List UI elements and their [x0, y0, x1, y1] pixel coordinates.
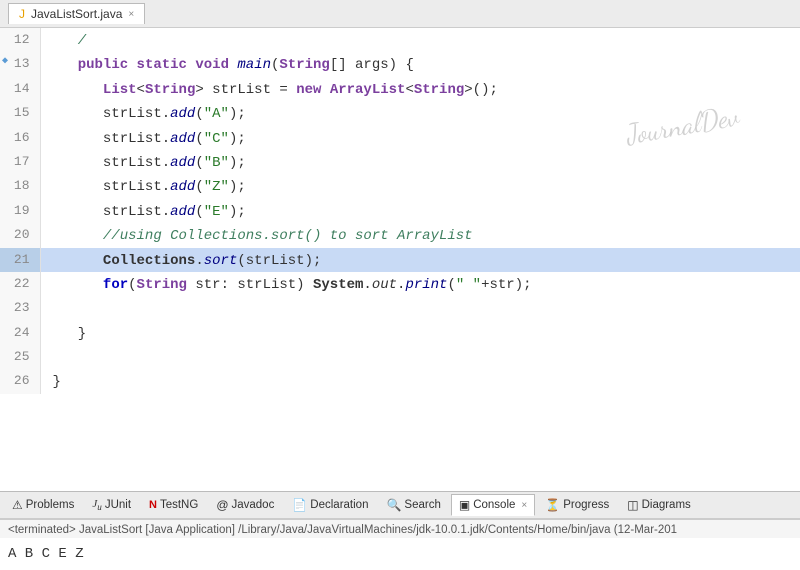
tab-label: JavaListSort.java [31, 7, 122, 21]
line-number: 26 [0, 369, 40, 393]
table-row: 25 [0, 345, 800, 369]
tab-search-label: Search [404, 499, 440, 511]
table-row: 17 strList.add("B"); [0, 150, 800, 174]
code-line: } [40, 321, 800, 345]
table-row: 16 strList.add("C"); [0, 126, 800, 150]
tab-console-label: Console [473, 499, 515, 511]
line-number: 13 ◆ [0, 52, 40, 76]
tab-progress[interactable]: ⏳ Progress [537, 494, 617, 516]
table-row: 21 Collections.sort(strList); [0, 248, 800, 272]
tab-diagrams[interactable]: ◫ Diagrams [619, 494, 699, 516]
diagrams-icon: ◫ [627, 498, 638, 512]
file-icon: J [19, 7, 25, 21]
code-line: strList.add("C"); [40, 126, 800, 150]
tab-testng-label: TestNG [160, 499, 198, 511]
table-row: 15 strList.add("A"); [0, 101, 800, 125]
line-number: 12 [0, 28, 40, 52]
output-text: A B C E Z [8, 546, 84, 562]
code-line: strList.add("E"); [40, 199, 800, 223]
table-row: 12 / [0, 28, 800, 52]
line-number: 18 [0, 174, 40, 198]
tab-search[interactable]: 🔍 Search [378, 494, 448, 516]
tab-junit[interactable]: Ju JUnit [84, 494, 139, 516]
tab-diagrams-label: Diagrams [642, 499, 691, 511]
line-number: 23 [0, 296, 40, 320]
tab-declaration-label: Declaration [310, 499, 368, 511]
line-number: 20 [0, 223, 40, 247]
junit-icon: Ju [92, 498, 101, 512]
code-line: for(String str: strList) System.out.prin… [40, 272, 800, 296]
line-number: 19 [0, 199, 40, 223]
code-line [40, 296, 800, 320]
status-bar: <terminated> JavaListSort [Java Applicat… [0, 519, 800, 538]
tab-problems[interactable]: ⚠ Problems [4, 494, 82, 516]
terminated-status: <terminated> JavaListSort [Java Applicat… [8, 524, 677, 536]
line-number: 24 [0, 321, 40, 345]
tab-testng[interactable]: N TestNG [141, 495, 206, 515]
tab-progress-label: Progress [563, 499, 609, 511]
table-row: 19 strList.add("E"); [0, 199, 800, 223]
tab-junit-label: JUnit [105, 499, 131, 511]
progress-icon: ⏳ [545, 498, 560, 512]
search-icon: 🔍 [386, 498, 401, 512]
line-number: 17 [0, 150, 40, 174]
code-line: } [40, 369, 800, 393]
code-table: 12 / 13 ◆ public static void main(String… [0, 28, 800, 394]
tab-javadoc[interactable]: @ Javadoc [208, 494, 282, 516]
table-row: 20 //using Collections.sort() to sort Ar… [0, 223, 800, 247]
table-row: 23 [0, 296, 800, 320]
tab-close-icon[interactable]: × [128, 9, 134, 20]
table-row: 26 } [0, 369, 800, 393]
title-bar: J JavaListSort.java × [0, 0, 800, 28]
problems-icon: ⚠ [12, 498, 23, 512]
line-number: 25 [0, 345, 40, 369]
table-row: 18 strList.add("Z"); [0, 174, 800, 198]
line-number: 22 [0, 272, 40, 296]
table-row: 24 } [0, 321, 800, 345]
table-row: 22 for(String str: strList) System.out.p… [0, 272, 800, 296]
code-line: List<String> strList = new ArrayList<Str… [40, 77, 800, 101]
tab-problems-label: Problems [26, 499, 75, 511]
line-number: 14 [0, 77, 40, 101]
code-line: //using Collections.sort() to sort Array… [40, 223, 800, 247]
code-line [40, 345, 800, 369]
code-line: strList.add("B"); [40, 150, 800, 174]
code-line: strList.add("Z"); [40, 174, 800, 198]
bottom-tabs-bar: ⚠ Problems Ju JUnit N TestNG @ Javadoc 📄… [0, 491, 800, 519]
tab-console[interactable]: ▣ Console × [451, 494, 535, 516]
code-editor[interactable]: JournalDev 12 / 13 ◆ public static void … [0, 28, 800, 491]
line-number: 21 [0, 248, 40, 272]
declaration-icon: 📄 [292, 498, 307, 512]
tab-declaration[interactable]: 📄 Declaration [284, 494, 376, 516]
code-line: / [40, 28, 800, 52]
code-line: Collections.sort(strList); [40, 248, 800, 272]
console-icon: ▣ [459, 498, 470, 512]
table-row: 14 List<String> strList = new ArrayList<… [0, 77, 800, 101]
line-number: 16 [0, 126, 40, 150]
console-close-icon[interactable]: × [521, 500, 527, 511]
console-output: A B C E Z [0, 538, 800, 570]
code-line: public static void main(String[] args) { [40, 52, 800, 76]
tab-javadoc-label: Javadoc [232, 499, 275, 511]
testng-icon: N [149, 499, 157, 511]
code-line: strList.add("A"); [40, 101, 800, 125]
editor-tab[interactable]: J JavaListSort.java × [8, 3, 145, 24]
table-row: 13 ◆ public static void main(String[] ar… [0, 52, 800, 76]
line-number: 15 [0, 101, 40, 125]
javadoc-icon: @ [216, 498, 228, 512]
